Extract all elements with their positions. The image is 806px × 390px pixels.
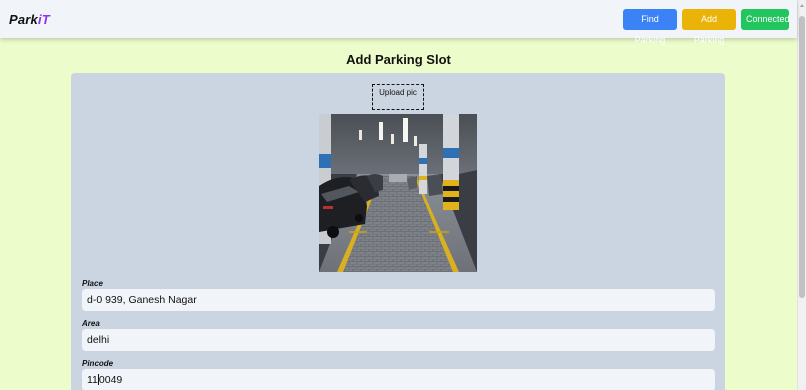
pincode-label: Pincode [82, 359, 114, 368]
parking-photo-preview [319, 114, 477, 272]
scroll-up-arrow-icon[interactable] [800, 4, 804, 7]
place-label: Place [82, 279, 103, 288]
logo-text-it: iT [38, 11, 50, 27]
add-parking-button[interactable]: Add Parking [682, 8, 736, 45]
logo[interactable]: ParkiT [9, 12, 50, 27]
pincode-input[interactable]: 110049 [82, 369, 715, 390]
parking-garage-image [319, 114, 477, 272]
upload-pic-button[interactable]: Upload pic [372, 84, 424, 110]
page-title: Add Parking Slot [346, 52, 451, 67]
pincode-value-end: 0049 [98, 374, 123, 386]
nav-buttons: Find Parking Add Parking Connected [623, 8, 790, 45]
logo-text-park: Park [9, 11, 38, 27]
find-parking-button[interactable]: Find Parking [623, 8, 677, 45]
area-label: Area [82, 319, 100, 328]
connected-button[interactable]: Connected [741, 8, 790, 30]
area-input[interactable]: delhi [82, 329, 715, 351]
page-scrollbar[interactable] [797, 0, 806, 390]
pincode-value-start: 11 [87, 374, 98, 386]
add-parking-form: Upload pic Place d-0 939, Ganesh Nagar A… [71, 73, 725, 390]
navbar: ParkiT Find Parking Add Parking Connecte… [0, 0, 797, 45]
scrollbar-thumb[interactable] [799, 16, 805, 298]
place-input[interactable]: d-0 939, Ganesh Nagar [82, 289, 715, 311]
